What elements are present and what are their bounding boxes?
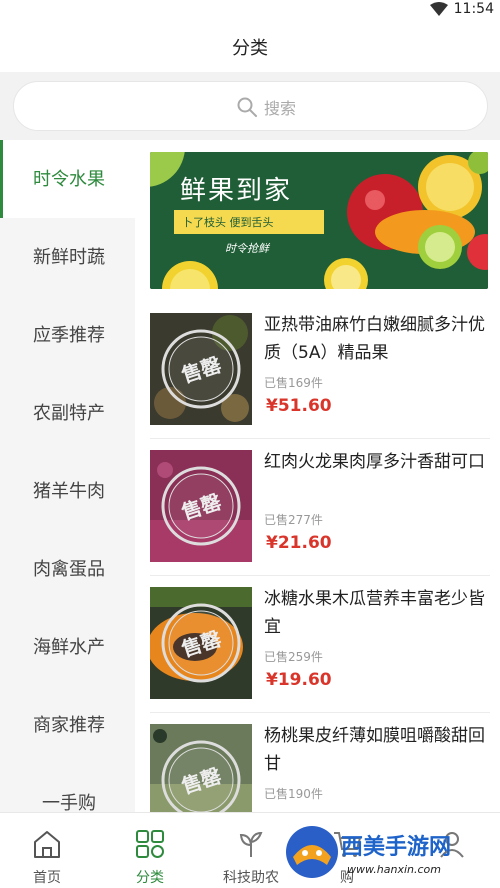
sidebar-item-direct-buy[interactable]: 一手购 [0,764,135,812]
product-card[interactable]: 售罄 红肉火龙果肉厚多汁香甜可口 已售277件 ¥21.60 [150,442,490,579]
product-list-panel: 鲜果到家 卜了枝头 便到舌头 时令抢鲜 售罄 亚热带油麻竹白嫩细腻多汁优质（5A… [135,140,500,812]
tab-label: 首页 [33,870,61,886]
product-price: ¥21.60 [266,533,332,553]
sidebar-item-fresh-vegetables[interactable]: 新鲜时蔬 [0,218,135,296]
bottom-tab-bar: 首页 分类 科技助农 购 西美手游网 www.hanxin.com [0,812,500,888]
sidebar-item-label: 海鲜水产 [33,637,105,658]
watermark-url: www.hanxin.com [347,863,441,876]
sidebar-item-label: 一手购 [42,793,96,812]
sidebar-item-label: 新鲜时蔬 [33,247,105,268]
divider [150,575,490,576]
product-image: 售罄 [150,313,252,425]
promo-banner[interactable]: 鲜果到家 卜了枝头 便到舌头 时令抢鲜 [150,152,488,289]
banner-subtitle: 卜了枝头 便到舌头 [174,210,324,234]
product-sold-count: 已售259件 [264,650,323,664]
sidebar-item-label: 时令水果 [33,169,105,190]
product-price: ¥19.60 [266,670,332,690]
tab-home[interactable]: 首页 [0,813,90,888]
grid-icon [136,830,164,858]
category-sidebar: 时令水果 新鲜时蔬 应季推荐 农副特产 猪羊牛肉 肉禽蛋品 海鲜水产 商家推荐 … [0,140,135,812]
product-sold-count: 已售169件 [264,376,323,390]
wifi-icon [430,2,448,16]
search-placeholder: 搜索 [264,99,297,118]
search-area: 搜索 [0,72,500,140]
tab-category[interactable]: 分类 [103,813,193,888]
sidebar-item-label: 猪羊牛肉 [33,481,105,502]
page-title: 分类 [232,38,268,59]
divider [150,438,490,439]
sidebar-item-label: 商家推荐 [33,715,105,736]
sidebar-item-farm-specialties[interactable]: 农副特产 [0,374,135,452]
search-icon [237,97,257,117]
product-name: 亚热带油麻竹白嫩细腻多汁优质（5A）精品果 [264,315,485,363]
search-input[interactable]: 搜索 [13,81,488,131]
page-header: 分类 [0,22,500,72]
sidebar-item-meat[interactable]: 猪羊牛肉 [0,452,135,530]
product-card[interactable]: 售罄 杨桃果皮纤薄如膜咀嚼酸甜回甘 已售190件 [150,716,490,812]
tab-agri-tech[interactable]: 科技助农 [204,813,294,888]
sidebar-item-poultry-eggs[interactable]: 肉禽蛋品 [0,530,135,608]
site-watermark: 西美手游网 www.hanxin.com [283,823,493,887]
divider [150,712,490,713]
status-bar: 11:54 [0,0,500,22]
product-sold-count: 已售277件 [264,513,323,527]
product-name: 红肉火龙果肉厚多汁香甜可口 [264,452,485,472]
sidebar-item-label: 农副特产 [33,403,105,424]
sidebar-item-label: 肉禽蛋品 [33,559,105,580]
product-card[interactable]: 售罄 亚热带油麻竹白嫩细腻多汁优质（5A）精品果 已售169件 ¥51.60 [150,305,490,442]
watermark-text: 西美手游网 [341,835,452,860]
sidebar-item-seafood[interactable]: 海鲜水产 [0,608,135,686]
banner-title: 鲜果到家 [180,176,293,206]
sidebar-item-merchant-picks[interactable]: 商家推荐 [0,686,135,764]
product-card[interactable]: 售罄 冰糖水果木瓜营养丰富老少皆宜 已售259件 ¥19.60 [150,579,490,716]
product-name: 杨桃果皮纤薄如膜咀嚼酸甜回甘 [264,726,485,774]
sidebar-item-seasonal-fruit[interactable]: 时令水果 [0,140,135,218]
product-name: 冰糖水果木瓜营养丰富老少皆宜 [264,589,485,637]
tab-label: 分类 [136,870,164,886]
sprout-icon [239,831,263,857]
watermark-logo [286,826,338,878]
product-price: ¥51.60 [266,396,332,416]
sidebar-item-seasonal-picks[interactable]: 应季推荐 [0,296,135,374]
product-image: 售罄 [150,450,252,562]
status-time: 11:54 [453,1,494,17]
sidebar-item-label: 应季推荐 [33,325,105,346]
home-icon [34,831,60,858]
product-sold-count: 已售190件 [264,787,323,801]
banner-tag: 时令抢鲜 [225,242,269,255]
product-image: 售罄 [150,724,252,812]
product-image: 售罄 [150,587,252,699]
